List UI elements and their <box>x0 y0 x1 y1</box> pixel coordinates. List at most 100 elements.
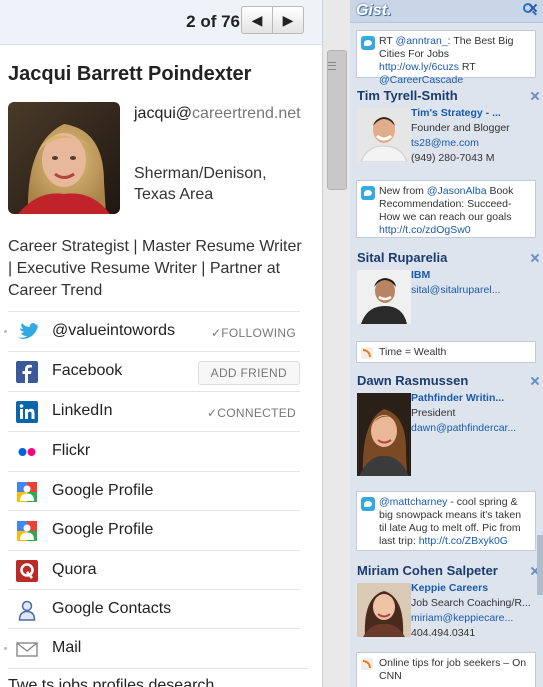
network-row-google-contacts[interactable]: Google Contacts <box>8 589 300 629</box>
toolbar: 2 of 76 ◀ ▶ <box>0 0 322 45</box>
person-name[interactable]: Dawn Rasmussen <box>357 373 468 388</box>
person-photo <box>357 270 411 324</box>
network-label: @valueintowords <box>52 322 175 339</box>
network-label: Facebook <box>52 362 123 379</box>
person-details: Tim's Strategy - ... Founder and Blogger… <box>411 106 533 166</box>
twitter-icon <box>361 36 375 50</box>
mention-link[interactable]: @anntran_ <box>396 35 448 47</box>
next-button[interactable]: ▶ <box>272 6 304 34</box>
rss-card[interactable]: Online tips for job seekers – On CNN <box>356 652 536 687</box>
google-profile-icon <box>16 520 38 542</box>
location-text: Sherman/Denison, Texas Area <box>134 165 267 203</box>
scrollbar-grip-icon <box>328 62 336 70</box>
gist-logo: Gist. <box>356 2 392 19</box>
profile-name: Jacqui Barrett Poindexter <box>8 63 252 85</box>
network-label: Google Profile <box>52 521 154 538</box>
connected-status[interactable]: ✓CONNECTED <box>207 406 296 420</box>
company-link[interactable]: IBM <box>411 268 533 283</box>
url-link[interactable]: http://t.co/ZBxyk0G <box>419 535 508 547</box>
url-link[interactable]: http://t.co/zdOgSw0 <box>379 224 471 236</box>
network-row-facebook[interactable]: Facebook ADD FRIEND <box>8 351 300 391</box>
avatar <box>8 102 120 214</box>
rss-icon <box>361 658 373 670</box>
contact-profile-panel: 2 of 76 ◀ ▶ Jacqui Barrett Poindexter ja… <box>0 0 322 687</box>
person-details: Pathfinder Writin... President dawn@path… <box>411 391 533 436</box>
previous-button[interactable]: ◀ <box>241 6 273 34</box>
mention-link[interactable]: @mattcharney <box>379 496 447 508</box>
network-row-linkedin[interactable]: LinkedIn ✓CONNECTED <box>8 391 300 431</box>
tweet-text: New from @JasonAlba Book Recommendation:… <box>379 185 514 236</box>
network-row-twitter[interactable]: @valueintowords ✓FOLLOWING <box>4 311 300 351</box>
email-link[interactable]: ts28@me.com <box>411 136 533 151</box>
google-profile-icon <box>16 481 38 503</box>
close-icon[interactable] <box>529 4 537 12</box>
phone-number: (949) 280-7043 M <box>411 152 495 164</box>
person-photo <box>357 393 411 476</box>
gist-sidebar: Gist. RT @anntran_: The Best Big Cities … <box>350 0 543 687</box>
network-label: Quora <box>52 561 97 578</box>
google-contacts-icon <box>16 599 38 621</box>
person-name[interactable]: Tim Tyrell-Smith <box>357 88 458 103</box>
person-name[interactable]: Sital Ruparelia <box>357 250 447 265</box>
twitter-icon <box>16 321 38 343</box>
network-row-google-profile[interactable]: Google Profile <box>8 510 300 550</box>
rss-icon <box>361 347 373 359</box>
mention-link[interactable]: @JasonAlba <box>427 185 487 197</box>
rss-text: Time = Wealth <box>379 346 447 358</box>
person-photo <box>357 583 411 637</box>
gist-header: Gist. <box>350 0 543 23</box>
tweet-text: @mattcharney - cool spring & big snowpac… <box>379 496 522 547</box>
scrollbar[interactable] <box>322 0 350 687</box>
person-photo <box>357 108 411 162</box>
collapse-icon[interactable] <box>531 92 539 100</box>
pager-text: 2 of 76 <box>186 12 240 31</box>
scrollbar-thumb[interactable] <box>327 50 347 190</box>
network-row-quora[interactable]: Quora <box>8 550 300 590</box>
network-label: Flickr <box>52 442 91 459</box>
rss-text: Online tips for job seekers – On CNN <box>379 657 527 682</box>
tweet-text: RT @anntran_: The Best Big Cities For Jo… <box>379 35 514 86</box>
truncated-text: Twe ts jobs profiles desearch <box>8 668 308 687</box>
collapse-icon[interactable] <box>531 377 539 385</box>
person-details: Keppie Careers Job Search Coaching/R... … <box>411 581 533 641</box>
mention-link[interactable]: @CareerCascade <box>379 74 463 86</box>
collapse-icon[interactable] <box>531 254 539 262</box>
email-address[interactable]: jacqui@careertrend.net <box>134 103 309 124</box>
tweet-card[interactable]: RT @anntran_: The Best Big Cities For Jo… <box>356 30 536 86</box>
following-status[interactable]: ✓FOLLOWING <box>211 326 296 340</box>
rss-card[interactable]: Time = Wealth <box>356 341 536 363</box>
twitter-icon <box>361 497 375 511</box>
network-row-mail[interactable]: Mail <box>4 628 300 668</box>
company-link[interactable]: Keppie Careers <box>411 581 533 596</box>
network-row-flickr[interactable]: Flickr <box>8 431 300 471</box>
linkedin-icon <box>16 401 38 423</box>
gist-scrollbar[interactable] <box>537 535 543 595</box>
company-link[interactable]: Tim's Strategy - ... <box>411 106 533 121</box>
facebook-icon <box>16 361 38 383</box>
job-title: President <box>411 407 456 419</box>
company-link[interactable]: Pathfinder Writin... <box>411 391 533 406</box>
tweet-card[interactable]: New from @JasonAlba Book Recommendation:… <box>356 180 536 238</box>
mail-icon <box>16 638 38 660</box>
tweet-card[interactable]: @mattcharney - cool spring & big snowpac… <box>356 491 536 551</box>
network-label: Google Profile <box>52 482 154 499</box>
url-link[interactable]: http://ow.ly/6cuzs <box>379 61 459 73</box>
job-title: Job Search Coaching/R... <box>411 597 531 609</box>
add-friend-button[interactable]: ADD FRIEND <box>197 361 300 385</box>
email-link[interactable]: miriam@keppiecare... <box>411 611 533 626</box>
network-label: LinkedIn <box>52 402 113 419</box>
network-label: Google Contacts <box>52 600 172 617</box>
person-name[interactable]: Miriam Cohen Salpeter <box>357 563 498 578</box>
email-link[interactable]: dawn@pathfindercar... <box>411 421 533 436</box>
profile-headline: Career Strategist | Master Resume Writer… <box>8 238 302 299</box>
network-label: Mail <box>52 639 82 656</box>
flickr-icon <box>16 441 38 463</box>
job-title: Founder and Blogger <box>411 122 510 134</box>
twitter-icon <box>361 186 375 200</box>
email-link[interactable]: sital@sitalruparel... <box>411 283 533 298</box>
network-row-google-profile[interactable]: Google Profile <box>8 471 300 511</box>
email-user: jacqui@ <box>134 105 193 122</box>
row-marker <box>4 647 7 650</box>
person-details: IBM sital@sitalruparel... <box>411 268 533 298</box>
phone-number: 404.494.0341 <box>411 627 476 639</box>
